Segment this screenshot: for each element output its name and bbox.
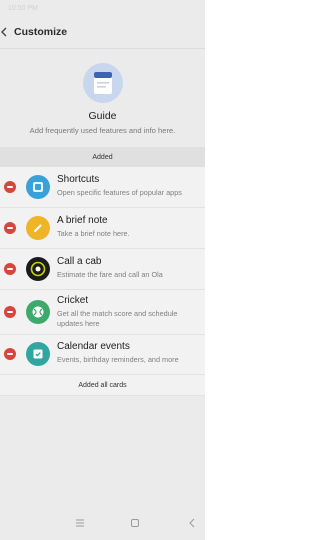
- card-item-brief-note[interactable]: A brief note Take a brief note here.: [0, 208, 205, 249]
- ola-cab-icon: [26, 257, 50, 281]
- shortcuts-icon: [26, 175, 50, 199]
- home-icon[interactable]: [127, 515, 143, 531]
- navigation-bar: [0, 506, 205, 540]
- card-item-call-a-cab[interactable]: Call a cab Estimate the fare and call an…: [0, 249, 205, 290]
- menu-icon[interactable]: [72, 515, 88, 531]
- card-item-cricket[interactable]: Cricket Get all the match score and sche…: [0, 290, 205, 335]
- status-time: 10:50 PM: [8, 4, 38, 12]
- page-title: Customize: [14, 26, 68, 38]
- card-description: Events, birthday reminders, and more: [57, 355, 179, 364]
- card-title: Cricket: [57, 295, 89, 306]
- card-title: Shortcuts: [57, 174, 100, 185]
- card-title: Call a cab: [57, 256, 102, 267]
- card-description: Take a brief note here.: [57, 229, 130, 238]
- card-title: Calendar events: [57, 341, 130, 352]
- card-description: Estimate the fare and call an Ola: [57, 270, 163, 279]
- card-description: Get all the match score and schedule upd…: [57, 309, 178, 328]
- customize-panel: 10:50 PM Customize Guide Add frequently …: [0, 0, 205, 540]
- added-section-header: Added: [0, 147, 205, 167]
- cricket-ball-icon: [26, 300, 50, 324]
- header-bar: Customize: [0, 16, 205, 48]
- card-title: A brief note: [57, 215, 108, 226]
- card-description: Open specific features of popular apps: [57, 188, 182, 197]
- calendar-check-icon: [26, 342, 50, 366]
- guide-icon: [82, 63, 123, 103]
- remove-card-button[interactable]: [4, 181, 16, 193]
- remove-card-button[interactable]: [4, 348, 16, 360]
- status-bar: 10:50 PM: [0, 0, 205, 16]
- remove-card-button[interactable]: [4, 222, 16, 234]
- guide-title: Guide: [88, 110, 117, 122]
- guide-subtitle: Add frequently used features and info he…: [29, 126, 176, 135]
- remove-card-button[interactable]: [4, 263, 16, 275]
- added-all-cards-note: Added all cards: [0, 375, 205, 396]
- remove-card-button[interactable]: [4, 306, 16, 318]
- back-arrow-icon[interactable]: [0, 21, 14, 43]
- back-nav-icon[interactable]: [184, 515, 200, 531]
- card-item-calendar-events[interactable]: Calendar events Events, birthday reminde…: [0, 335, 205, 375]
- card-item-shortcuts[interactable]: Shortcuts Open specific features of popu…: [0, 167, 205, 208]
- note-pencil-icon: [26, 216, 50, 240]
- guide-section: Guide Add frequently used features and i…: [0, 49, 205, 147]
- cards-list: Shortcuts Open specific features of popu…: [0, 167, 205, 375]
